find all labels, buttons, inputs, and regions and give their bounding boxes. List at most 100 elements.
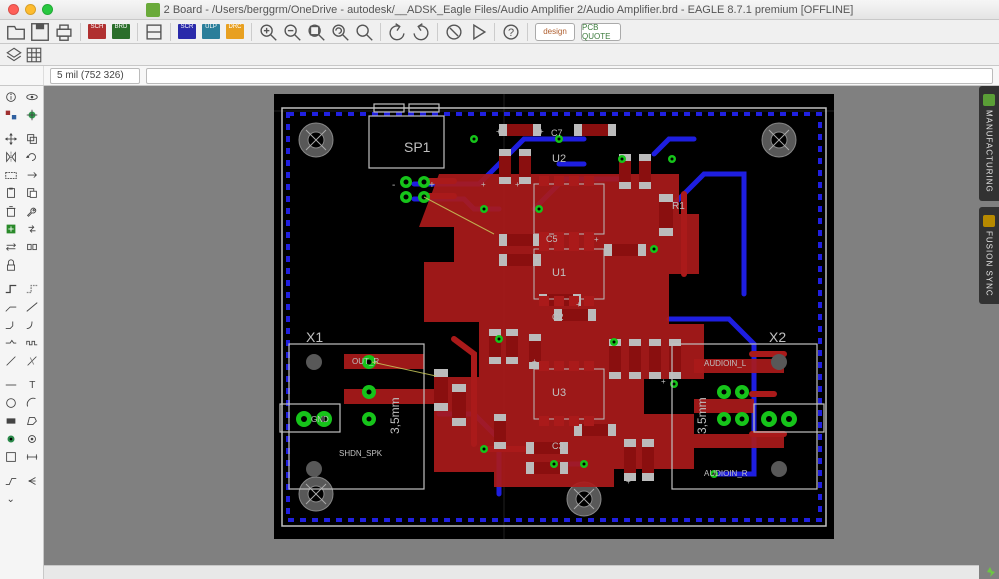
pcb-canvas[interactable]: SP1 U2 U1 U3 C7 C5 C2 C3 R1 X1 X2 OUT_R … — [44, 86, 999, 579]
svg-text:-: - — [392, 180, 395, 191]
mark-tool[interactable] — [22, 106, 44, 124]
text-tool[interactable]: T — [22, 376, 44, 394]
sch-button[interactable]: SCH — [86, 22, 108, 42]
zoom-in-button[interactable] — [257, 22, 279, 42]
svg-text:C5: C5 — [546, 234, 558, 244]
change-tool[interactable] — [22, 166, 44, 184]
tool-palette: T ⌄ — [0, 86, 44, 579]
wire-tool-2[interactable] — [22, 298, 44, 316]
svg-text:GND: GND — [311, 415, 329, 424]
title-bar: 2 Board - /Users/berggrm/OneDrive - auto… — [0, 0, 999, 20]
via-tool[interactable] — [0, 430, 22, 448]
design-link-button[interactable]: design — [535, 23, 575, 41]
svg-text:C7: C7 — [551, 128, 563, 138]
paste-tool[interactable] — [0, 184, 22, 202]
brd-button[interactable]: BRD — [110, 22, 132, 42]
coordinates-display: 5 mil (752 326) — [50, 68, 140, 84]
lock-tool[interactable] — [0, 256, 22, 274]
meander-tool[interactable] — [22, 334, 44, 352]
mirror-tool[interactable] — [0, 148, 22, 166]
window-minimize-button[interactable] — [25, 4, 36, 15]
slice-tool[interactable] — [22, 352, 44, 370]
undo-button[interactable] — [386, 22, 408, 42]
clipboard-tool[interactable] — [22, 184, 44, 202]
board-drawing: SP1 U2 U1 U3 C7 C5 C2 C3 R1 X1 X2 OUT_R … — [274, 94, 834, 539]
window-maximize-button[interactable] — [42, 4, 53, 15]
stop-button[interactable] — [443, 22, 465, 42]
zoom-fit-button[interactable] — [305, 22, 327, 42]
hole-tool[interactable] — [22, 430, 44, 448]
add-tool[interactable] — [0, 220, 22, 238]
replace-tool[interactable] — [22, 220, 44, 238]
copy-tool[interactable] — [22, 130, 44, 148]
app-icon — [146, 3, 160, 17]
zoom-redraw-button[interactable] — [329, 22, 351, 42]
delete-tool[interactable] — [0, 202, 22, 220]
move-tool[interactable] — [0, 130, 22, 148]
ulp-button[interactable]: ULP — [200, 22, 222, 42]
ripup-tool[interactable] — [22, 280, 44, 298]
manufacturing-icon — [983, 94, 995, 106]
line-draw-tool[interactable] — [0, 376, 22, 394]
svg-text:U2: U2 — [552, 153, 566, 165]
go-button[interactable] — [467, 22, 489, 42]
help-button[interactable]: ? — [500, 22, 522, 42]
svg-text:U3: U3 — [552, 387, 566, 399]
gateswap-tool[interactable] — [22, 238, 44, 256]
svg-text:+: + — [496, 127, 501, 136]
layers-button[interactable] — [5, 45, 23, 65]
smash-tool[interactable] — [22, 256, 44, 274]
autoroute-tool[interactable] — [0, 472, 22, 490]
polygon-tool[interactable] — [22, 412, 44, 430]
svg-text:OUT_R: OUT_R — [352, 357, 379, 366]
redo-button[interactable] — [410, 22, 432, 42]
zoom-out-button[interactable] — [281, 22, 303, 42]
svg-text:+: + — [515, 180, 520, 189]
dimension-tool[interactable] — [22, 448, 44, 466]
svg-text:+: + — [429, 180, 435, 191]
miter-tool[interactable] — [0, 316, 22, 334]
print-button[interactable] — [53, 22, 75, 42]
svg-text:+: + — [594, 235, 599, 244]
more-tool[interactable]: ⌄ — [0, 490, 22, 508]
wrench-tool[interactable] — [22, 202, 44, 220]
svg-text:AUDIOIN_R: AUDIOIN_R — [704, 469, 748, 478]
arc-tool[interactable] — [22, 394, 44, 412]
pcb-quote-button[interactable]: PCB QUOTE — [581, 23, 621, 41]
group-tool[interactable] — [0, 166, 22, 184]
svg-text:SP1: SP1 — [404, 139, 431, 155]
svg-text:AUDIOIN_L: AUDIOIN_L — [704, 359, 747, 368]
save-button[interactable] — [29, 22, 51, 42]
attribute-tool[interactable] — [0, 448, 22, 466]
horizontal-scrollbar[interactable] — [44, 565, 979, 579]
miter-tool-2[interactable] — [22, 316, 44, 334]
manufacturing-tab[interactable]: MANUFACTURING — [979, 86, 999, 201]
fusion-sync-tab[interactable]: FUSION SYNC — [979, 207, 999, 305]
drc-button[interactable]: DRC — [224, 22, 246, 42]
circle-tool[interactable] — [0, 394, 22, 412]
info-tool[interactable] — [0, 88, 22, 106]
grid-button[interactable] — [25, 45, 43, 65]
command-input[interactable] — [146, 68, 993, 84]
lib-button[interactable] — [143, 22, 165, 42]
svg-text:C2: C2 — [552, 312, 564, 322]
svg-text:+: + — [626, 477, 631, 486]
script-button[interactable]: SCR — [176, 22, 198, 42]
display-tool[interactable] — [0, 106, 22, 124]
zoom-select-button[interactable] — [353, 22, 375, 42]
open-button[interactable] — [5, 22, 27, 42]
window-close-button[interactable] — [8, 4, 19, 15]
main-toolbar: SCH BRD SCR ULP DRC ? design PCB QUOTE — [0, 20, 999, 44]
route-tool[interactable] — [0, 280, 22, 298]
split-tool[interactable] — [0, 334, 22, 352]
svg-text:X2: X2 — [769, 329, 786, 345]
smd-cap — [499, 124, 541, 136]
rotate-tool[interactable] — [22, 148, 44, 166]
fanout-tool[interactable] — [22, 472, 44, 490]
svg-text:+: + — [661, 377, 666, 386]
show-tool[interactable] — [22, 88, 44, 106]
wire-tool[interactable] — [0, 298, 22, 316]
rect-tool[interactable] — [0, 412, 22, 430]
pinswap-tool[interactable] — [0, 238, 22, 256]
line-tool[interactable] — [0, 352, 22, 370]
